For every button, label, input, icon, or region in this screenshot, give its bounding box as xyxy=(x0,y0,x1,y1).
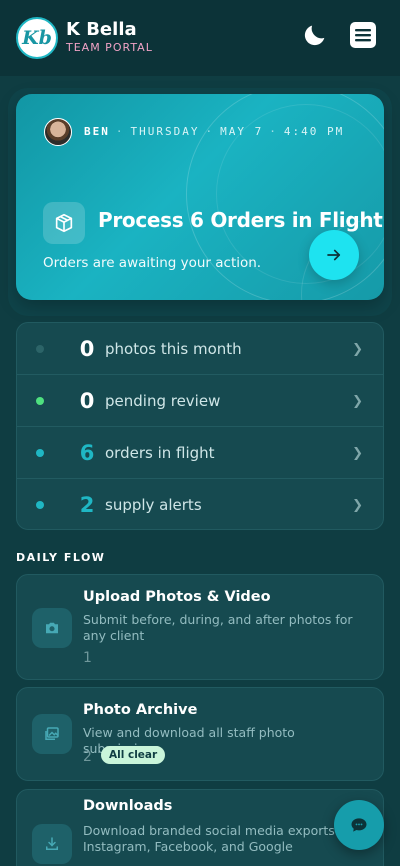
image-icon xyxy=(32,714,72,754)
stat-row-photos[interactable]: 0 photos this month ❯ xyxy=(17,323,383,375)
chevron-right-icon: ❯ xyxy=(352,446,363,461)
status-dot xyxy=(36,345,44,353)
chat-button[interactable] xyxy=(334,800,384,850)
hero-subtitle: Orders are awaiting your action. xyxy=(43,255,262,271)
stat-row-orders[interactable]: 6 orders in flight ❯ xyxy=(17,427,383,479)
camera-icon xyxy=(32,608,72,648)
card-title: Downloads xyxy=(83,798,173,814)
stat-label: photos this month xyxy=(105,339,242,358)
chevron-right-icon: ❯ xyxy=(352,394,363,409)
hero-meta: BEN · THURSDAY · MAY 7 · 4:40 PM xyxy=(84,125,345,138)
card-description: Submit before, during, and after photos … xyxy=(83,612,353,643)
stat-label: pending review xyxy=(105,391,221,410)
stat-value: 2 xyxy=(79,493,95,517)
date-label: MAY 7 xyxy=(220,125,264,138)
user-name: BEN xyxy=(84,125,110,138)
chevron-right-icon: ❯ xyxy=(352,342,363,357)
status-dot xyxy=(36,501,44,509)
card-downloads[interactable]: Downloads Download branded social media … xyxy=(16,789,384,866)
day-label: THURSDAY xyxy=(130,125,200,138)
card-count: 2 xyxy=(83,749,92,765)
dark-mode-toggle[interactable] xyxy=(300,20,330,50)
card-title: Upload Photos & Video xyxy=(83,589,271,605)
chat-icon xyxy=(351,818,367,832)
card-description: Download branded social media exports fo… xyxy=(83,823,356,854)
menu-button[interactable] xyxy=(348,20,378,50)
arrow-right-icon xyxy=(327,249,341,261)
section-title: DAILY FLOW xyxy=(16,551,106,564)
package-icon xyxy=(43,202,85,244)
status-dot xyxy=(36,449,44,457)
stat-label: orders in flight xyxy=(105,443,215,462)
chevron-right-icon: ❯ xyxy=(352,498,363,513)
status-badge: All clear xyxy=(101,746,166,764)
status-dot xyxy=(36,397,44,405)
download-icon xyxy=(32,824,72,864)
stat-value: 0 xyxy=(79,388,95,413)
hero-card[interactable]: BEN · THURSDAY · MAY 7 · 4:40 PM Process 6 Ord… xyxy=(16,94,384,300)
menu-icon xyxy=(350,22,376,48)
card-title: Photo Archive xyxy=(83,702,198,718)
stat-label: supply alerts xyxy=(105,496,202,514)
card-photo-archive[interactable]: Photo Archive View and download all staf… xyxy=(16,687,384,781)
main-content: BEN · THURSDAY · MAY 7 · 4:40 PM Process 6 Ord… xyxy=(0,76,400,866)
hero-go-button[interactable] xyxy=(309,230,359,280)
card-upload-photos[interactable]: Upload Photos & Video Submit before, dur… xyxy=(16,574,384,680)
app-header: Kb K Bella TEAM PORTAL xyxy=(0,0,400,76)
stat-row-supply[interactable]: 2 supply alerts ❯ xyxy=(17,479,383,529)
brand: K Bella TEAM PORTAL xyxy=(66,20,153,56)
avatar xyxy=(44,118,72,146)
card-count: 1 xyxy=(83,650,92,666)
moon-icon xyxy=(304,25,325,46)
time-label: 4:40 PM xyxy=(283,125,345,138)
stat-row-pending[interactable]: 0 pending review ❯ xyxy=(17,375,383,427)
brand-name: K Bella xyxy=(66,19,137,40)
stat-value: 6 xyxy=(79,440,95,465)
logo[interactable]: Kb xyxy=(16,17,58,59)
stat-value: 0 xyxy=(79,336,95,361)
stats-list: 0 photos this month ❯ 0 pending review ❯… xyxy=(16,322,384,530)
brand-subtitle: TEAM PORTAL xyxy=(66,41,153,54)
hero-title: Process 6 Orders in Flight xyxy=(98,208,383,232)
